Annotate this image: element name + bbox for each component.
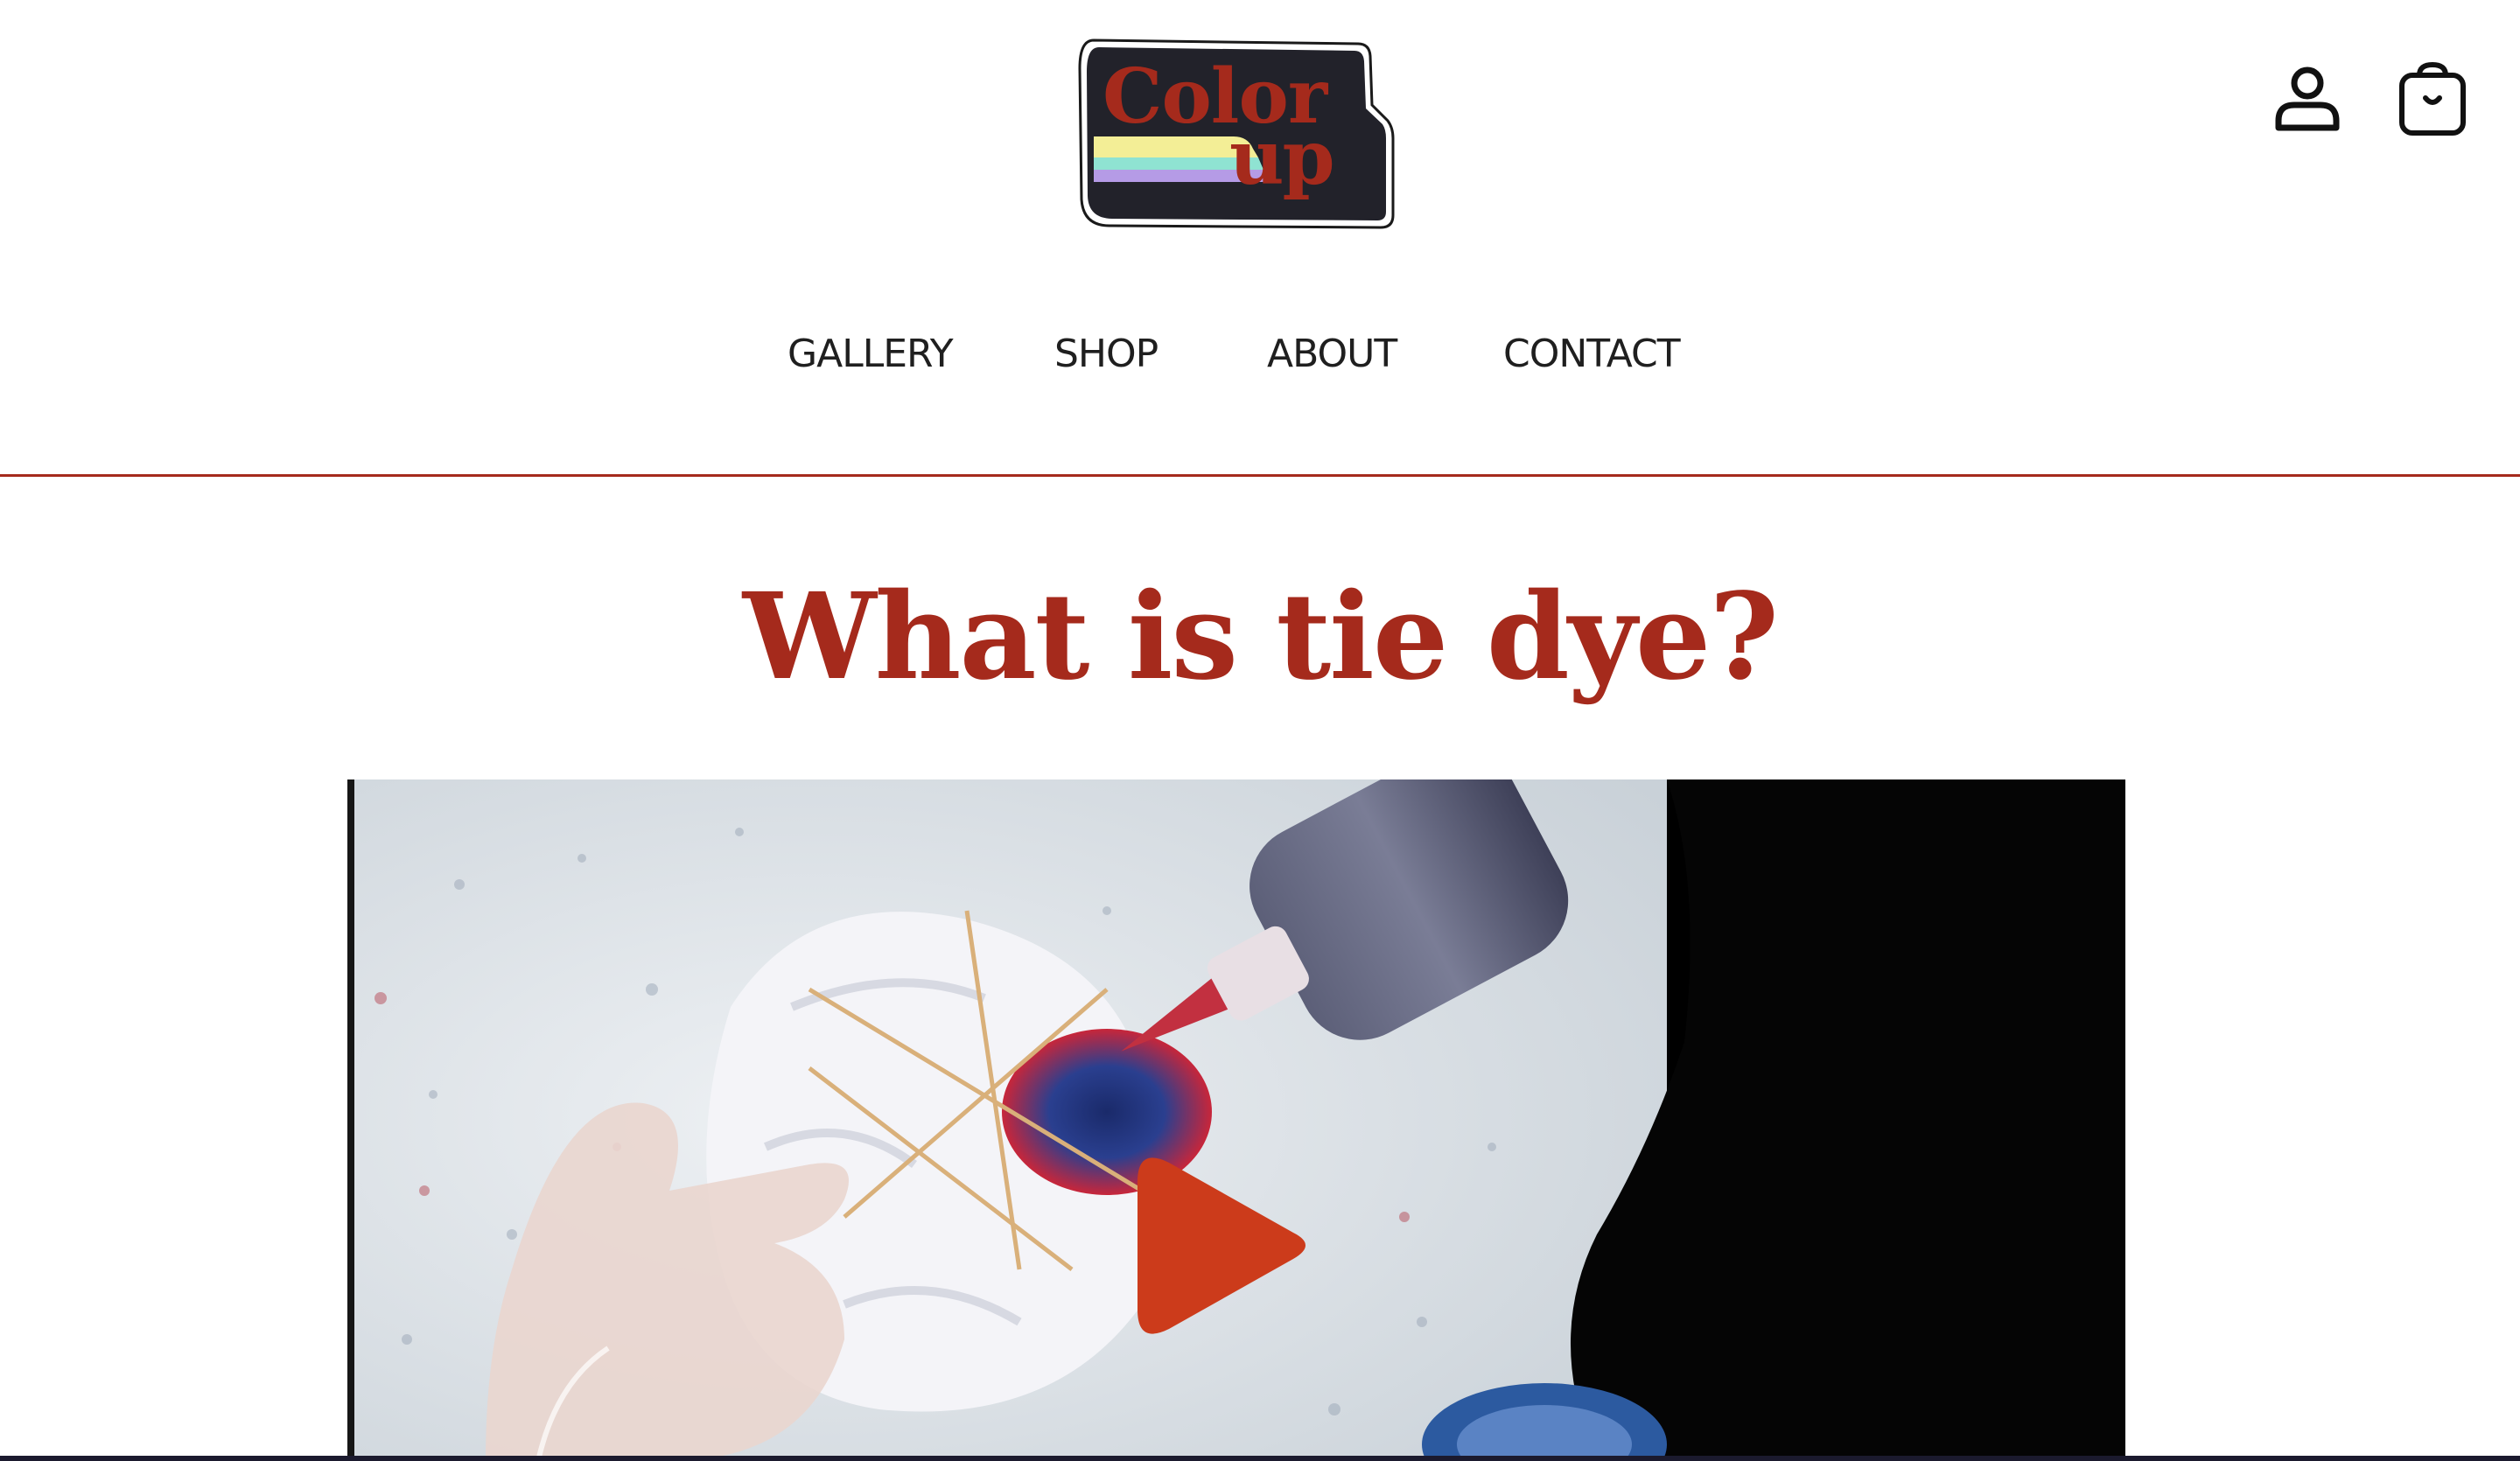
site-header: Color up GALLERY SHOP ABOUT CONTACT <box>0 0 2520 477</box>
cart-button[interactable] <box>2393 59 2472 138</box>
person-icon <box>2275 66 2340 131</box>
shopping-bag-icon <box>2399 61 2466 136</box>
play-button[interactable] <box>1102 1129 1330 1357</box>
logo-word-up: up <box>1229 114 1335 202</box>
brand-logo[interactable]: Color up <box>1076 33 1396 234</box>
main-nav: GALLERY SHOP ABOUT CONTACT <box>0 319 2520 389</box>
page-title: What is tie dye? <box>742 567 1779 707</box>
nav-item-about[interactable]: ABOUT <box>1267 319 1397 389</box>
account-button[interactable] <box>2268 59 2347 138</box>
nav-item-contact[interactable]: CONTACT <box>1503 319 1681 389</box>
nav-item-shop[interactable]: SHOP <box>1054 319 1158 389</box>
video-thumbnail <box>354 779 2125 1461</box>
header-divider <box>0 474 2520 477</box>
nav-item-gallery[interactable]: GALLERY <box>788 319 954 389</box>
video-player[interactable] <box>347 779 2125 1461</box>
play-icon <box>1138 1157 1306 1334</box>
bottom-edge-bar <box>0 1456 2520 1461</box>
